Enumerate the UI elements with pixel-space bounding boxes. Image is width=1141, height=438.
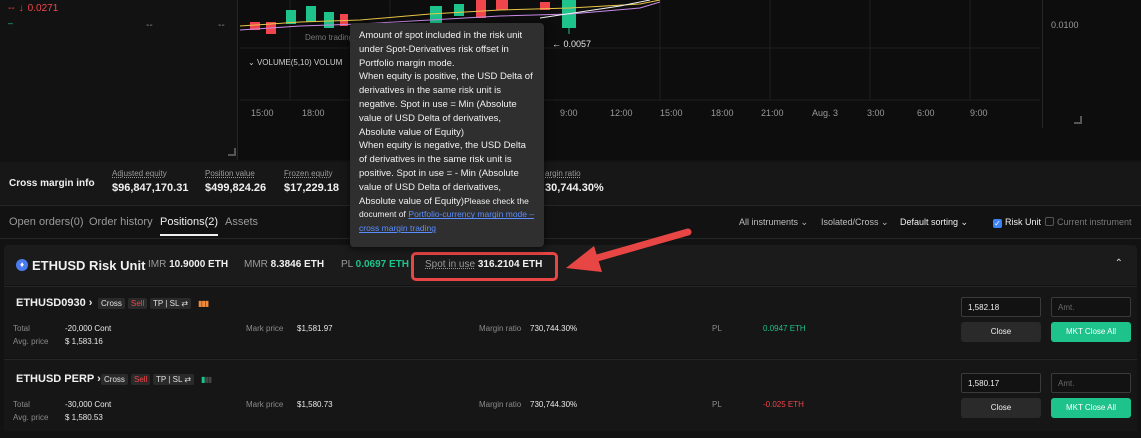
spot-in-use-tooltip: Amount of spot included in the risk unit… <box>350 23 544 247</box>
margin-ratio: argin ratio 30,744.30% <box>545 169 604 194</box>
risk-unit-title: ETHUSD Risk Unit <box>32 258 146 273</box>
position-instrument[interactable]: ETHUSD0930 › <box>16 297 92 309</box>
tooltip-paragraph: When equity is positive, the USD Delta o… <box>359 71 533 138</box>
position-row: ETHUSD0930 › Cross Sell TP | SL ⇄ ▮▮▮ To… <box>4 286 1137 358</box>
edit-icon: ⇄ <box>184 375 192 384</box>
imr-stat: IMR 10.9000 ETH <box>148 259 229 270</box>
position-row: ETHUSD PERP › Cross Sell TP | SL ⇄ ▮▮▮ T… <box>4 359 1137 431</box>
amount-input[interactable]: Amt. <box>1051 297 1131 317</box>
time-tick: 9:00 <box>970 108 988 118</box>
tooltip-paragraph: Amount of spot included in the risk unit… <box>359 30 523 69</box>
chevron-down-icon: ⌄ <box>960 217 969 227</box>
amount-input[interactable]: Amt. <box>1051 373 1131 393</box>
adl-indicator-icon: ▮▮▮ <box>198 299 209 308</box>
demo-trading-watermark: Demo trading <box>305 33 354 42</box>
time-tick: 18:00 <box>711 108 734 118</box>
current-instrument-checkbox[interactable]: Current instrument <box>1045 217 1132 227</box>
ticker-dash: -- <box>146 20 153 31</box>
last-price-marker: ← 0.0057 <box>552 39 592 49</box>
time-tick: 3:00 <box>867 108 885 118</box>
mkt-close-all-button[interactable]: MKT Close All <box>1051 398 1131 418</box>
ticker-change: -- ↓ 0.0271 <box>8 3 59 14</box>
close-button[interactable]: Close <box>961 322 1041 342</box>
all-instruments-dropdown[interactable]: All instruments ⌄ <box>739 217 808 228</box>
time-tick: 21:00 <box>761 108 784 118</box>
adjusted-equity: Adjusted equity $96,847,170.31 <box>112 169 189 194</box>
chevron-down-icon: ⌄ <box>248 58 255 67</box>
total-value: -20,000 Cont <box>65 324 112 333</box>
tab-order-history[interactable]: Order history <box>89 216 153 228</box>
ticker-dash: -- <box>218 20 225 31</box>
edit-icon: ⇄ <box>181 299 189 308</box>
close-price-input[interactable]: 1,580.17 <box>961 373 1041 393</box>
tab-open-orders[interactable]: Open orders(0) <box>9 216 84 228</box>
avg-price-value: $ 1,580.53 <box>65 413 103 422</box>
time-tick: 15:00 <box>660 108 683 118</box>
checkmark-icon: ✓ <box>993 219 1002 228</box>
mode-tag: Cross <box>98 298 125 309</box>
margin-ratio-value: 730,744.30% <box>530 400 578 409</box>
close-button[interactable]: Close <box>961 398 1041 418</box>
resize-handle-icon[interactable] <box>1074 116 1082 124</box>
checkbox-empty-icon <box>1045 217 1054 226</box>
price-axis: 0.0100 <box>1042 0 1141 128</box>
pl-stat: PL 0.0697 ETH <box>341 259 410 270</box>
tpsl-button[interactable]: TP | SL ⇄ <box>153 374 195 385</box>
side-tag: Sell <box>128 298 148 309</box>
tooltip-paragraph: When equity is negative, the USD Delta o… <box>359 140 535 234</box>
position-value: Position value $499,824.26 <box>205 169 267 194</box>
frozen-equity: Frozen equity $17,229.18 <box>284 169 340 194</box>
sorting-dropdown[interactable]: Default sorting ⌄ <box>900 217 968 228</box>
tab-positions[interactable]: Positions(2) <box>160 216 219 236</box>
isolated-cross-dropdown[interactable]: Isolated/Cross ⌄ <box>821 217 889 228</box>
eth-coin-icon: ♦ <box>16 259 28 271</box>
chevron-up-icon[interactable]: ⌃ <box>1115 258 1123 269</box>
pl-value: 0.0947 ETH <box>763 324 806 333</box>
arrow-down-icon: ↓ <box>18 3 24 14</box>
price-axis-label: 0.0100 <box>1051 20 1079 30</box>
total-value: -30,000 Cont <box>65 400 112 409</box>
annotation-arrow-icon <box>566 228 692 272</box>
chevron-down-icon: ⌄ <box>881 217 889 227</box>
side-tag: Sell <box>131 374 151 385</box>
time-tick: 18:00 <box>302 108 325 118</box>
position-instrument[interactable]: ETHUSD PERP › <box>16 373 101 385</box>
close-price-input[interactable]: 1,582.18 <box>961 297 1041 317</box>
ticker-panel: -- ↓ 0.0271 -- -- – <box>0 0 238 160</box>
resize-handle-icon[interactable] <box>228 148 236 156</box>
mkt-close-all-button[interactable]: MKT Close All <box>1051 322 1131 342</box>
chevron-down-icon: ⌄ <box>800 217 809 227</box>
annotation-highlight-box <box>411 252 558 281</box>
time-tick: 15:00 <box>251 108 274 118</box>
mark-price-value: $1,580.73 <box>297 400 333 409</box>
margin-ratio-value: 730,744.30% <box>530 324 578 333</box>
chart-area[interactable]: -- ↓ 0.0271 -- -- – Demo trading ← 0.005… <box>0 0 1141 160</box>
time-tick: 6:00 <box>917 108 935 118</box>
ticker-dash: – <box>8 18 14 28</box>
risk-unit-checkbox[interactable]: ✓ Risk Unit <box>993 217 1041 228</box>
cross-margin-info: Cross margin info Adjusted equity $96,84… <box>0 162 1141 206</box>
avg-price-value: $ 1,583.16 <box>65 337 103 346</box>
pl-value: -0.025 ETH <box>763 400 804 409</box>
tpsl-button[interactable]: TP | SL ⇄ <box>150 298 192 309</box>
chevron-right-icon: › <box>88 297 93 309</box>
mode-tag: Cross <box>101 374 128 385</box>
volume-indicator-label[interactable]: ⌄ VOLUME(5,10) VOLUM <box>248 58 342 67</box>
mmr-stat: MMR 8.3846 ETH <box>244 259 325 270</box>
tab-assets[interactable]: Assets <box>225 216 258 228</box>
time-tick: 9:00 <box>560 108 578 118</box>
margin-info-title: Cross margin info <box>9 178 95 189</box>
adl-indicator-icon: ▮▮▮ <box>201 375 212 384</box>
mark-price-value: $1,581.97 <box>297 324 333 333</box>
time-tick: Aug. 3 <box>812 108 839 118</box>
time-tick: 12:00 <box>610 108 633 118</box>
